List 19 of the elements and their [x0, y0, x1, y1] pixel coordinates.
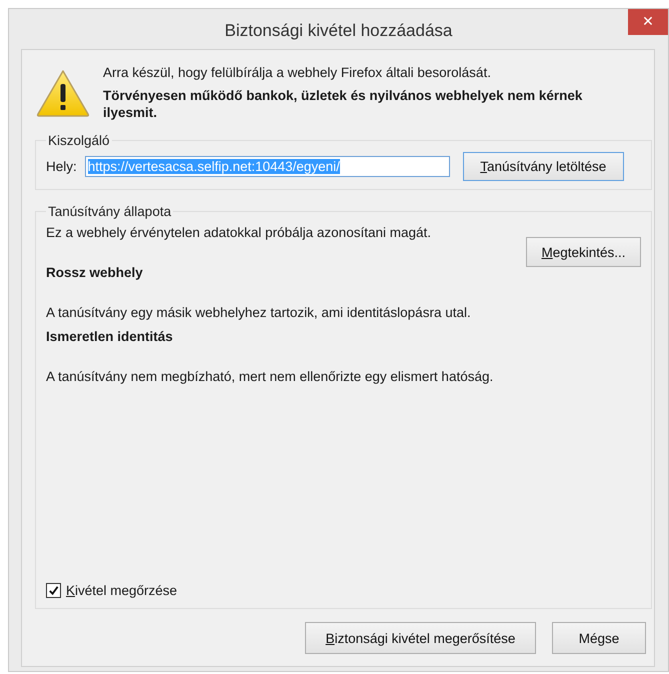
problem-text: A tanúsítvány nem megbízható, mert nem ellenőrizte egy elismert hatóság.	[46, 369, 494, 384]
warning-icon	[35, 68, 91, 118]
confirm-button[interactable]: Biztonsági kivétel megerősítése	[305, 622, 536, 654]
warning-emphasis: Törvényesen működő bankok, üzletek és nyilvános webhelyek nem kérnek ilyesmit.	[103, 87, 584, 121]
view-button[interactable]: Megtekintés...	[526, 237, 641, 267]
group-legend: Tanúsítvány állapota	[46, 204, 174, 219]
checkbox-label[interactable]: Kivétel megőrzése	[66, 583, 178, 598]
problem-text: A tanúsítvány egy másik webhelyhez tartozik, ami identitáslopásra utal.	[46, 305, 472, 320]
problem-heading: Ismeretlen identitás	[46, 329, 174, 344]
checkbox[interactable]	[46, 583, 61, 598]
warning-message: Arra készül, hogy felülbírálja a webhely Firefox általi besorolását.	[103, 64, 492, 81]
window-title: Biztonsági kivétel hozzáadása	[224, 21, 452, 41]
status-summary: Ez a webhely érvénytelen adatokkal próbálja azonosítani magát.	[46, 225, 431, 240]
cancel-button[interactable]: Mégse	[552, 622, 646, 654]
location-label: Hely:	[46, 159, 77, 174]
group-legend: Kiszolgáló	[46, 133, 112, 148]
close-button[interactable]: ✕	[628, 9, 668, 35]
download-certificate-button[interactable]: Tanúsítvány letöltése	[462, 152, 624, 181]
problem-heading: Rossz webhely	[46, 265, 144, 280]
